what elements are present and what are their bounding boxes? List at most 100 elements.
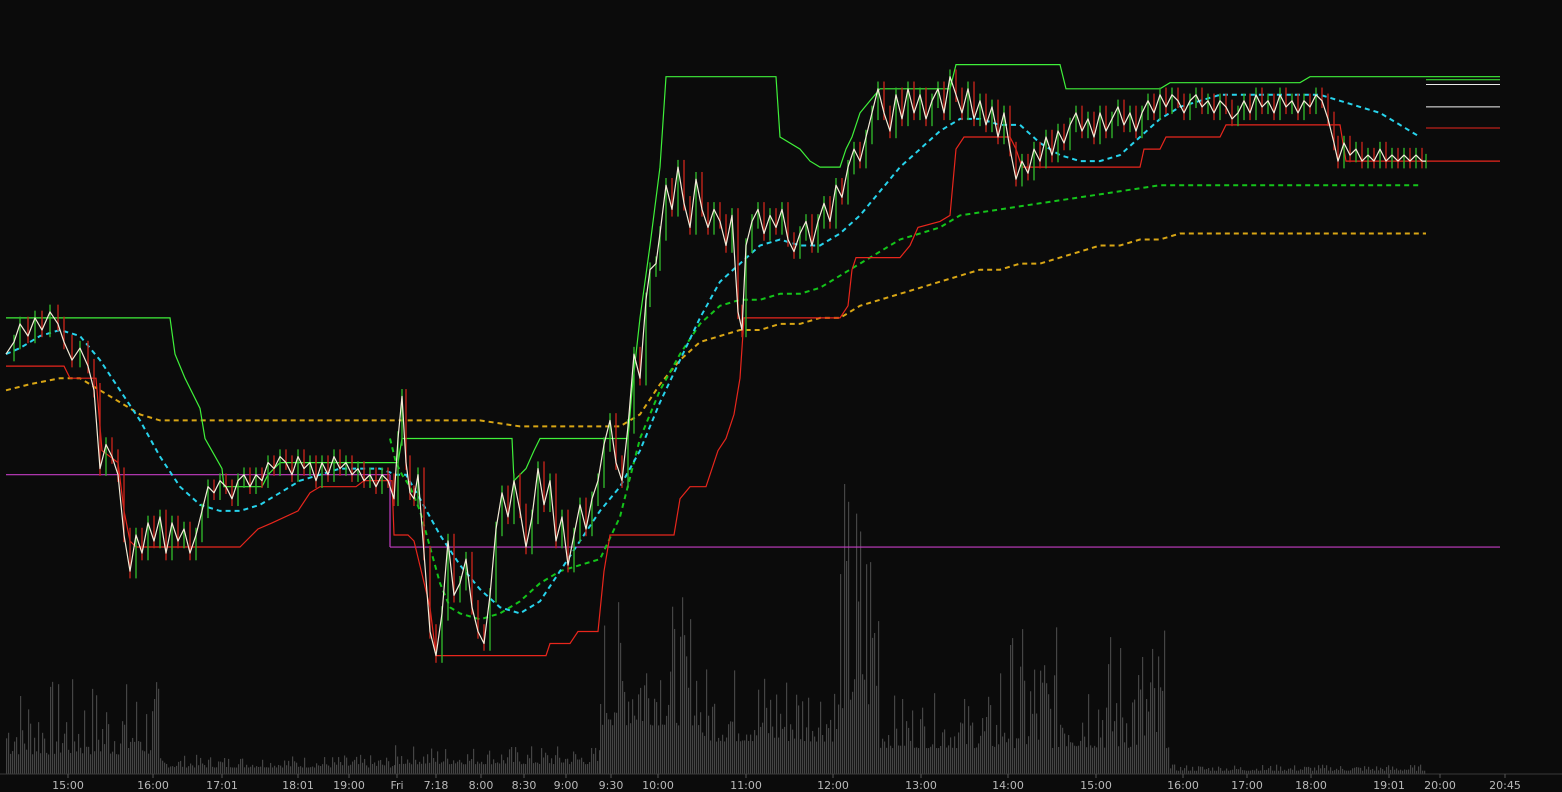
volume-bar [888, 735, 890, 774]
volume-bar [928, 748, 930, 774]
volume-bar [698, 725, 700, 774]
volume-bar [1110, 637, 1112, 774]
volume-bar [1324, 768, 1326, 774]
volume-bar [982, 718, 984, 774]
volume-bar [774, 737, 776, 774]
volume-bar [830, 719, 832, 774]
volume-bar [286, 765, 288, 774]
volume-bar [918, 748, 920, 774]
volume-bar [1204, 769, 1206, 774]
volume-bar [1132, 702, 1134, 774]
volume-bar [734, 670, 736, 774]
volume-bar [425, 763, 427, 774]
volume-bar [604, 625, 606, 774]
volume-bar [1198, 766, 1200, 774]
volume-bar [358, 764, 360, 774]
volume-bar [1410, 765, 1412, 774]
volume-bar [1344, 770, 1346, 774]
volume-bar [497, 762, 499, 774]
x-tick-label: 10:00 [642, 779, 674, 792]
volume-bar [116, 754, 118, 774]
volume-bar [672, 606, 674, 774]
volume-bar [388, 761, 390, 774]
volume-bar [1330, 767, 1332, 774]
x-tick-label: 8:00 [469, 779, 494, 792]
volume-bar [384, 765, 386, 774]
volume-bar [602, 724, 604, 774]
volume-bar [405, 763, 407, 774]
volume-bar [1186, 765, 1188, 774]
volume-bar [390, 767, 392, 774]
volume-bar [1360, 767, 1362, 774]
volume-bar [238, 764, 240, 774]
volume-bar [754, 730, 756, 774]
volume-bar [966, 744, 968, 774]
volume-bar [860, 531, 862, 774]
volume-bar [642, 720, 644, 774]
volume-bar [290, 766, 292, 774]
volume-bar [968, 706, 970, 774]
price-chart[interactable]: 15:00 16:00 17:01 18:01 19:00 Fri 7:18 8:00 8:30… [0, 0, 1562, 792]
volume-bar [788, 741, 790, 774]
volume-bar [614, 712, 616, 774]
volume-bar [708, 715, 710, 774]
volume-bar [1400, 769, 1402, 774]
volume-bar [814, 736, 816, 774]
volume-bar [706, 669, 708, 774]
volume-bar [684, 635, 686, 774]
volume-bar [471, 758, 473, 774]
volume-bar [1140, 689, 1142, 774]
volume-bar [431, 748, 433, 774]
volume-bar [1108, 664, 1110, 774]
volume-bar [1382, 769, 1384, 774]
volume-bar [130, 741, 132, 774]
volume-bar [816, 741, 818, 774]
volume-bar [872, 637, 874, 774]
volume-bar [330, 767, 332, 774]
volume-bar [108, 724, 110, 774]
volume-bar [220, 761, 222, 774]
volume-bar [469, 760, 471, 774]
volume-bar [272, 767, 274, 774]
volume-bar [634, 715, 636, 774]
volume-bar [240, 758, 242, 774]
volume-bar [1106, 707, 1108, 774]
volume-bar [60, 752, 62, 774]
volume-bar [726, 737, 728, 774]
volume-bar [537, 762, 539, 774]
volume-bar [1368, 766, 1370, 774]
volume-bar [762, 722, 764, 774]
volume-bar [1176, 770, 1178, 774]
volume-bar [1242, 770, 1244, 774]
volume-bar [1170, 768, 1172, 774]
volume-bar [1030, 691, 1032, 774]
volume-bar [612, 725, 614, 774]
volume-bar [1250, 770, 1252, 774]
volume-bar [756, 735, 758, 774]
volume-bar [1160, 687, 1162, 774]
volume-bar [858, 601, 860, 774]
volume-bar [998, 744, 1000, 774]
volume-bar [302, 767, 304, 774]
volume-bar [778, 737, 780, 774]
volume-bar [1130, 746, 1132, 774]
volume-bar [401, 756, 403, 774]
volume-bar [372, 763, 374, 774]
volume-bar [214, 767, 216, 774]
volume-bar [760, 726, 762, 774]
volume-bar [58, 684, 60, 774]
volume-bar [1316, 770, 1318, 774]
volume-bar [1234, 765, 1236, 774]
volume-bar [505, 763, 507, 774]
volume-bar [1236, 768, 1238, 774]
volume-bar [690, 619, 692, 774]
volume-bar [517, 752, 519, 774]
volume-bar [36, 751, 38, 774]
volume-bar [1322, 764, 1324, 774]
volume-bar [328, 765, 330, 774]
volume-bar [52, 681, 54, 774]
volume-bar [1418, 766, 1420, 774]
volume-bar [224, 757, 226, 774]
volume-bar [98, 739, 100, 774]
volume-bar [1220, 768, 1222, 774]
